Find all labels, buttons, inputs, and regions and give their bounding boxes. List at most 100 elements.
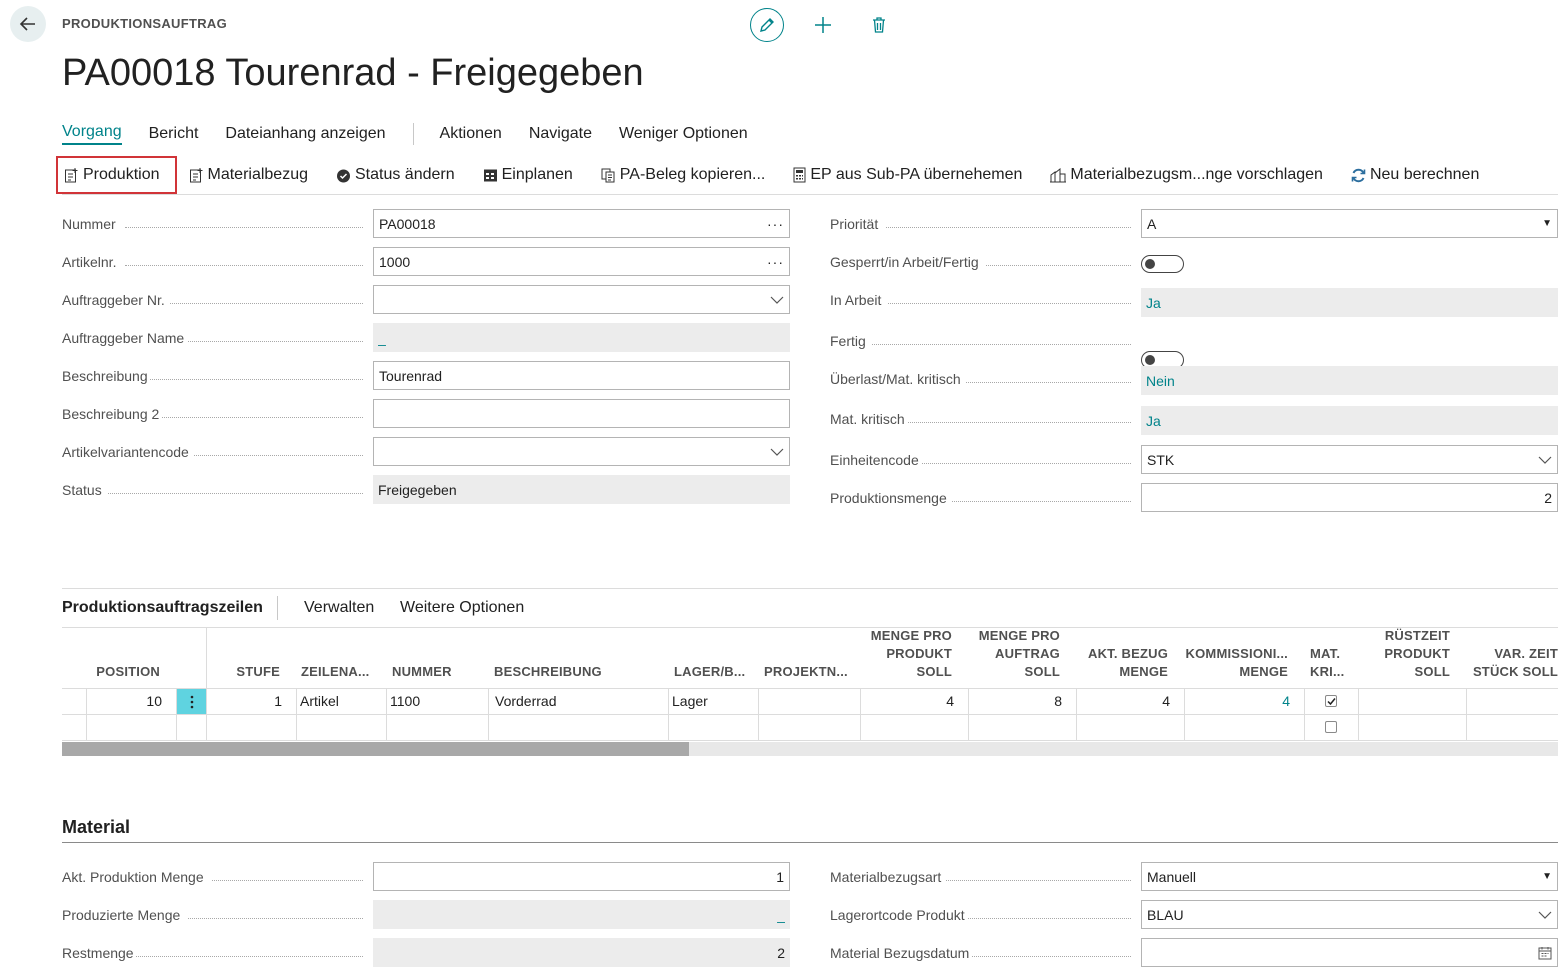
action-materialbezugsmenge-vorschlagen[interactable]: Materialbezugsm...nge vorschlagen (1042, 156, 1331, 194)
grid-vline (296, 688, 297, 740)
action-bar-divider (62, 194, 1558, 195)
akt-produktion-menge-field[interactable]: 1 (373, 862, 790, 891)
action-einplanen[interactable]: Einplanen (475, 156, 581, 194)
cell-beschreibung[interactable]: Vorderrad (495, 689, 665, 714)
col-header-menge-pro-auftrag[interactable]: MENGE PRO AUFTRAG SOLL (968, 627, 1060, 681)
caret-down-icon[interactable]: ▼ (1542, 871, 1552, 882)
action-status-aendern[interactable]: Status ändern (328, 156, 463, 194)
trash-icon (873, 17, 885, 33)
menu-navigate[interactable]: Navigate (529, 125, 592, 143)
grid-hline (62, 714, 1558, 715)
action-pa-beleg-kopieren[interactable]: PA-Beleg kopieren... (593, 156, 774, 194)
dot-leader (946, 880, 1131, 881)
back-arrow-icon (19, 17, 35, 31)
lagerortcode-produkt-field[interactable]: BLAU (1141, 900, 1558, 929)
material-bezugsdatum-field[interactable] (1141, 938, 1558, 967)
prioritaet-select[interactable]: A ▼ (1141, 209, 1558, 238)
menu-vorgang[interactable]: Vorgang (62, 123, 122, 145)
restmenge-field: 2 (373, 938, 790, 967)
dot-leader (972, 956, 1131, 957)
menu-bericht[interactable]: Bericht (149, 125, 199, 143)
col-header-lager[interactable]: LAGER/B... (674, 663, 756, 681)
lines-menu-weitere-optionen[interactable]: Weitere Optionen (400, 599, 524, 617)
menu-dateianhang[interactable]: Dateianhang anzeigen (225, 125, 385, 143)
checkmark-icon (1326, 697, 1336, 705)
grid-vline (1304, 688, 1305, 740)
cell-nummer[interactable]: 1100 (390, 689, 484, 714)
field-label-status: Status (62, 480, 362, 500)
dot-leader (888, 303, 1131, 304)
menu-weniger-optionen[interactable]: Weniger Optionen (619, 125, 748, 143)
chevron-down-icon[interactable] (1538, 911, 1552, 919)
field-label-fertig: Fertig (830, 331, 1130, 351)
delete-button[interactable] (862, 8, 896, 42)
prioritaet-value: A (1147, 215, 1157, 232)
einheitencode-field[interactable]: STK (1141, 445, 1558, 474)
col-header-var-zeit[interactable]: VAR. ZEIT STÜCK SOLL (1466, 645, 1558, 681)
col-header-beschreibung[interactable]: BESCHREIBUNG (494, 663, 664, 681)
new-button[interactable] (806, 8, 840, 42)
plus-icon (815, 17, 831, 33)
menu-aktionen[interactable]: Aktionen (440, 125, 502, 143)
cell-menge-pro-auftrag[interactable]: 8 (968, 689, 1062, 714)
materialbezugsart-select[interactable]: Manuell ▼ (1141, 862, 1558, 891)
cell-position[interactable]: 10 (86, 689, 162, 714)
mat-kritisch-checkbox[interactable] (1325, 695, 1337, 707)
beschreibung-field[interactable]: Tourenrad (373, 361, 790, 390)
action-neu-berechnen[interactable]: Neu berechnen (1343, 156, 1487, 194)
action-materialbezug[interactable]: Materialbezug (181, 156, 317, 194)
lines-menu-verwalten[interactable]: Verwalten (304, 599, 374, 617)
calendar-icon[interactable] (1538, 946, 1552, 960)
action-pa-beleg-kopieren-label: PA-Beleg kopieren... (619, 166, 766, 183)
nummer-field[interactable]: PA00018 ··· (373, 209, 790, 238)
cell-menge-pro-produkt[interactable]: 4 (860, 689, 954, 714)
grid-vline (488, 688, 489, 740)
col-header-position[interactable]: POSITION (86, 663, 160, 681)
mat-kritisch-checkbox[interactable] (1325, 721, 1337, 733)
produzierte-menge-value: _ (777, 906, 785, 923)
artikelnr-field[interactable]: 1000 ··· (373, 247, 790, 276)
edit-button[interactable] (750, 8, 784, 42)
cell-projekt[interactable] (762, 689, 856, 714)
chevron-down-icon[interactable] (1538, 456, 1552, 464)
caret-down-icon[interactable]: ▼ (1542, 218, 1552, 229)
action-ep-aus-sub-pa[interactable]: EP aus Sub-PA übernehemen (785, 156, 1030, 194)
col-header-zeilenart[interactable]: ZEILENA... (301, 663, 385, 681)
material-section-title[interactable]: Material (62, 817, 130, 838)
beschreibung-2-field[interactable] (373, 399, 790, 428)
cell-kommissionierung[interactable]: 4 (1184, 689, 1290, 714)
auftraggeber-nr-field[interactable] (373, 285, 790, 314)
action-materialbezug-label: Materialbezug (207, 166, 309, 183)
chevron-down-icon[interactable] (770, 448, 784, 456)
col-header-nummer[interactable]: NUMMER (392, 663, 486, 681)
chevron-down-icon[interactable] (770, 296, 784, 304)
cell-lager[interactable]: Lager (672, 689, 756, 714)
back-button[interactable] (10, 6, 46, 42)
col-header-stufe[interactable]: STUFE (206, 663, 280, 681)
ellipsis-icon[interactable]: ··· (767, 216, 784, 232)
col-header-menge-pro-produkt[interactable]: MENGE PRO PRODUKT SOLL (860, 627, 952, 681)
produktionsmenge-field[interactable]: 2 (1141, 483, 1558, 512)
artikelvariantencode-field[interactable] (373, 437, 790, 466)
materialbezugsart-value: Manuell (1147, 868, 1197, 885)
row-menu-button[interactable] (177, 689, 206, 714)
dot-leader (125, 227, 363, 228)
mat-kritisch-value: Ja (1146, 412, 1161, 429)
col-header-kommissionierung[interactable]: KOMMISSIONI... MENGE (1184, 645, 1288, 681)
cell-akt-bezug[interactable]: 4 (1076, 689, 1170, 714)
ellipsis-icon[interactable]: ··· (767, 254, 784, 270)
gesperrt-toggle[interactable] (1141, 255, 1184, 273)
col-header-ruestzeit[interactable]: RÜSTZEIT PRODUKT SOLL (1358, 627, 1450, 681)
field-label-beschreibung: Beschreibung (62, 366, 362, 386)
cell-stufe[interactable]: 1 (206, 689, 282, 714)
dot-leader (108, 493, 363, 494)
col-header-mat-kritisch[interactable]: MAT. KRI... (1310, 645, 1354, 681)
col-header-projekt[interactable]: PROJEKTN... (764, 663, 858, 681)
dot-leader (886, 227, 1131, 228)
action-produktion[interactable]: Produktion (56, 156, 177, 194)
material-divider (62, 842, 1558, 843)
dot-leader (922, 463, 1131, 464)
cell-zeilenart[interactable]: Artikel (300, 689, 384, 714)
scrollbar-thumb[interactable] (62, 742, 689, 756)
col-header-akt-bezug[interactable]: AKT. BEZUG MENGE (1076, 645, 1168, 681)
